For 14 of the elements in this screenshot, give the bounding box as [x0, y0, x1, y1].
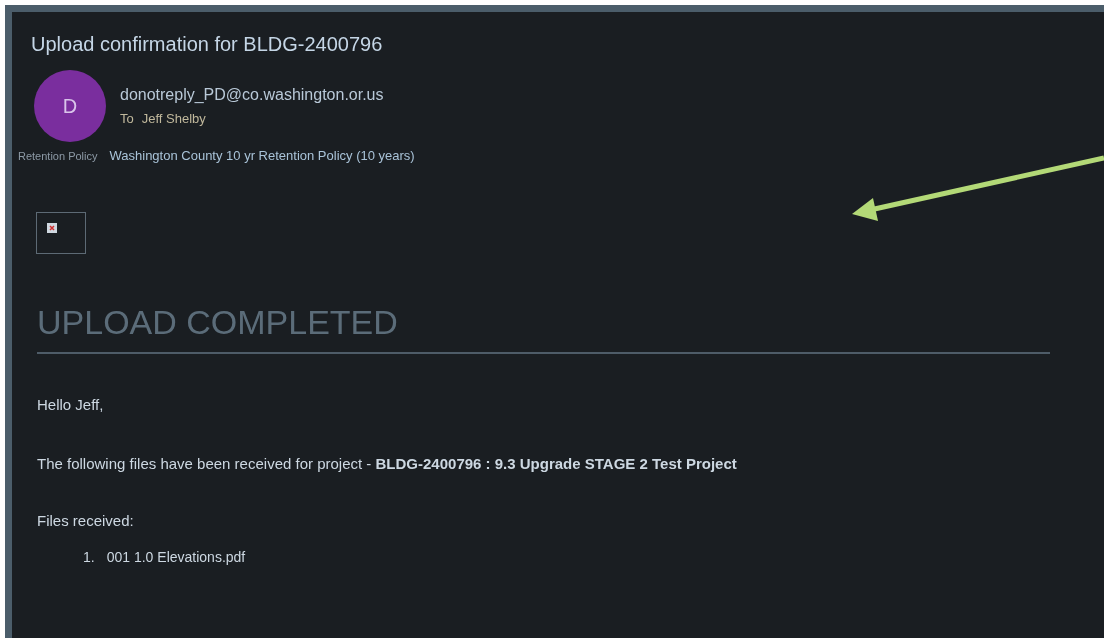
sender-address: donotreply_PD@co.washington.or.us: [120, 84, 384, 105]
retention-label: Retention Policy: [18, 149, 98, 164]
retention-policy: Washington County 10 yr Retention Policy (10 years): [109, 147, 415, 165]
greeting-text: Hello Jeff,: [37, 394, 104, 415]
section-heading: UPLOAD COMPLETED: [37, 301, 398, 342]
sender-avatar: D: [34, 70, 106, 142]
broken-image-icon: [36, 211, 86, 254]
recipient-name: Jeff Shelby: [141, 109, 206, 128]
file-name: 001 1.0 Elevations.pdf: [106, 547, 246, 567]
to-label: To: [120, 109, 134, 128]
list-number: 1.: [83, 547, 95, 567]
email-subject: Upload confirmation for BLDG-2400796: [31, 32, 383, 57]
message-text: The following files have been received for project - BLDG-2400796 : 9.3 Upgrade STAGE 2 Test Project: [37, 454, 738, 474]
files-label: Files received:: [37, 511, 134, 531]
